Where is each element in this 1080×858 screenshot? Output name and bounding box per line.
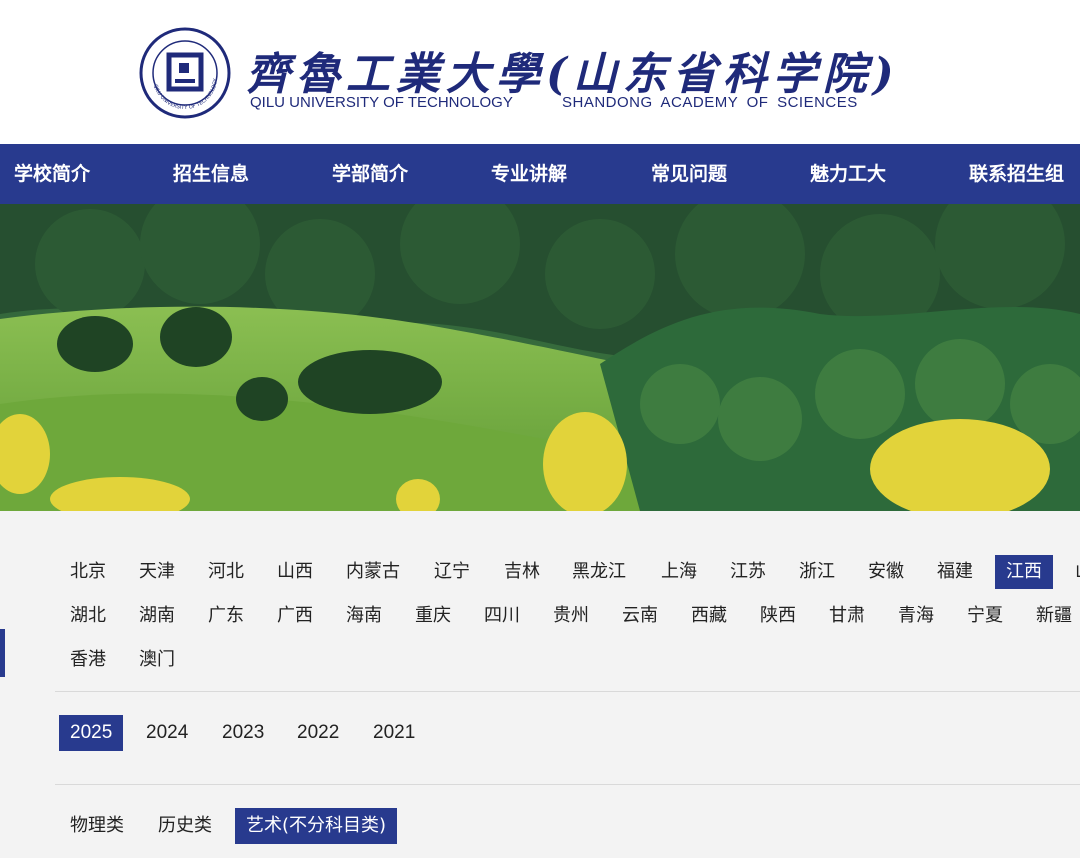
nav-item-major-explain[interactable]: 专业讲解 <box>491 144 567 204</box>
province-option[interactable]: 辽宁 <box>423 555 481 589</box>
nav-item-contact[interactable]: 联系招生组 <box>969 144 1064 204</box>
academy-english-name: SHANDONG ACADEMY OF SCIENCES <box>562 94 858 111</box>
year-option-selected[interactable]: 2025 <box>59 715 124 751</box>
section-marker <box>0 629 5 677</box>
province-option[interactable]: 重庆 <box>404 599 462 633</box>
province-option[interactable]: 天津 <box>128 555 186 589</box>
province-option[interactable]: 湖北 <box>59 599 117 633</box>
province-option[interactable]: 安徽 <box>857 555 915 589</box>
province-option[interactable]: 贵州 <box>542 599 600 633</box>
province-option[interactable]: 西藏 <box>680 599 738 633</box>
nav-item-faculty-intro[interactable]: 学部简介 <box>332 144 408 204</box>
province-option[interactable]: 吉林 <box>493 555 551 589</box>
year-option[interactable]: 2021 <box>362 715 426 751</box>
university-chinese-name: 齊魯工業大學(山东省科学院) <box>246 49 900 100</box>
province-option[interactable]: 四川 <box>473 599 531 633</box>
province-option[interactable]: 山西 <box>266 555 324 589</box>
province-option[interactable]: 福建 <box>926 555 984 589</box>
province-option[interactable]: 新疆 <box>1025 599 1072 633</box>
province-option[interactable]: 宁夏 <box>956 599 1014 633</box>
province-option[interactable]: 香港 <box>59 643 117 677</box>
province-option[interactable]: 北京 <box>59 555 117 589</box>
category-option[interactable]: 历史类 <box>147 808 223 844</box>
university-seal-logo[interactable]: QILU UNIVERSITY OF TECHNOLOGY <box>139 27 231 119</box>
province-option[interactable]: 海南 <box>335 599 393 633</box>
province-option[interactable]: 甘肃 <box>818 599 876 633</box>
province-option[interactable]: 河北 <box>197 555 255 589</box>
province-option-selected[interactable]: 江西 <box>995 555 1053 589</box>
year-option[interactable]: 2023 <box>211 715 275 751</box>
province-option[interactable]: 内蒙古 <box>335 555 411 589</box>
category-option-selected[interactable]: 艺术(不分科目类) <box>235 808 398 844</box>
nav-item-admission-info[interactable]: 招生信息 <box>173 144 249 204</box>
province-option[interactable]: 云南 <box>611 599 669 633</box>
nav-item-school-intro[interactable]: 学校简介 <box>14 144 90 204</box>
province-option[interactable]: 青海 <box>887 599 945 633</box>
divider <box>55 691 1080 692</box>
nav-item-campus-charm[interactable]: 魅力工大 <box>810 144 886 204</box>
province-option[interactable]: 浙江 <box>788 555 846 589</box>
province-option[interactable]: 广西 <box>266 599 324 633</box>
province-option[interactable]: 湖南 <box>128 599 186 633</box>
province-option[interactable]: 黑龙江 <box>561 555 637 589</box>
divider <box>55 784 1080 785</box>
category-option[interactable]: 物理类 <box>59 808 135 844</box>
year-option[interactable]: 2024 <box>135 715 199 751</box>
filter-panel: 北京 天津 河北 山西 内蒙古 辽宁 吉林 黑龙江 上海 江苏 浙江 安徽 福建… <box>0 511 1080 858</box>
province-option[interactable]: 陕西 <box>749 599 807 633</box>
province-option[interactable]: 山 <box>1064 555 1080 589</box>
province-option[interactable]: 江苏 <box>719 555 777 589</box>
main-nav: 学校简介 招生信息 学部简介 专业讲解 常见问题 魅力工大 联系招生组 <box>0 144 1080 204</box>
site-header: QILU UNIVERSITY OF TECHNOLOGY 齊魯工業大學(山东省… <box>0 0 1080 144</box>
nav-item-faq[interactable]: 常见问题 <box>651 144 727 204</box>
university-english-name: QILU UNIVERSITY OF TECHNOLOGY <box>250 94 513 111</box>
year-option[interactable]: 2022 <box>286 715 350 751</box>
hero-banner-image <box>0 204 1080 511</box>
province-option[interactable]: 澳门 <box>128 643 186 677</box>
province-option[interactable]: 上海 <box>650 555 708 589</box>
province-option[interactable]: 广东 <box>197 599 255 633</box>
